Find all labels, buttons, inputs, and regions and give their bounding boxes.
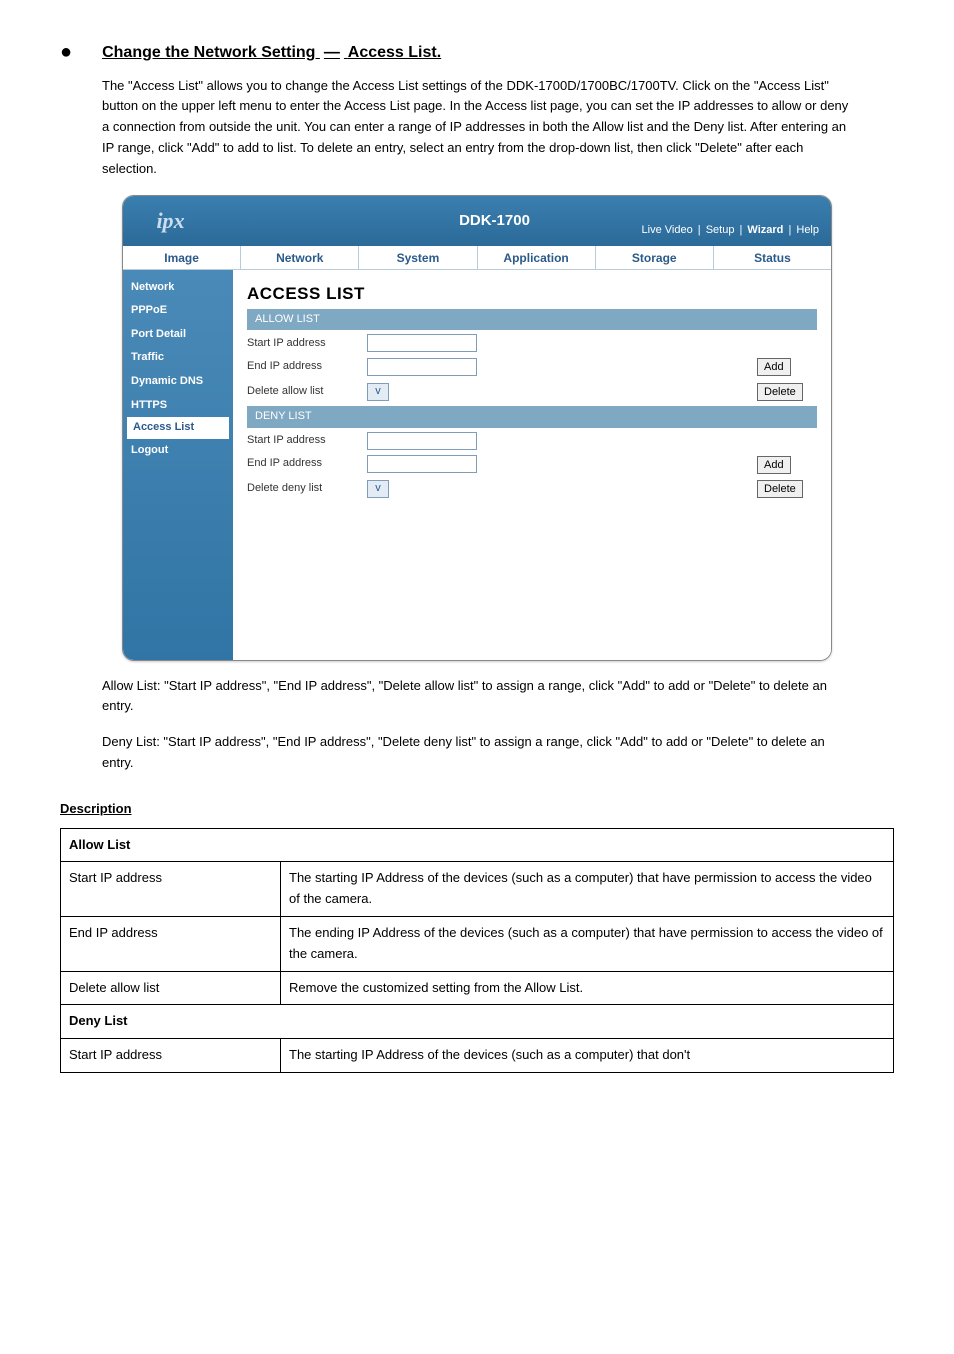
deny-delete-button[interactable]: Delete [757, 480, 803, 498]
tab-network[interactable]: Network [241, 246, 359, 269]
sidebar-item-logout[interactable]: Logout [123, 439, 233, 463]
link-live-video[interactable]: Live Video [640, 224, 695, 236]
tab-bar: Image Network System Application Storage… [123, 246, 831, 270]
allow-list-header: ALLOW LIST [247, 309, 817, 331]
logo-text: ip [156, 208, 173, 233]
section-title-left: Change the Network Setting [102, 44, 315, 61]
description-table: Allow List Start IP address The starting… [60, 828, 894, 1073]
section-paragraph: The "Access List" allows you to change t… [102, 76, 852, 180]
deny-start-input[interactable] [367, 432, 477, 450]
label-deny-start: Start IP address [247, 432, 367, 450]
cell-start-ip-label: Start IP address [61, 862, 281, 917]
sidebar: Network PPPoE Port Detail Traffic Dynami… [123, 270, 233, 660]
allow-end-input[interactable] [367, 358, 477, 376]
label-allow-end: End IP address [247, 358, 367, 376]
embedded-screenshot: ipx DDK-1700 Live Video | Setup | Wizard… [122, 195, 832, 661]
allow-delete-select[interactable]: v [367, 383, 389, 401]
link-help[interactable]: Help [794, 224, 821, 236]
sidebar-item-dynamic-dns[interactable]: Dynamic DNS [123, 370, 233, 394]
instruction-deny: Deny List: "Start IP address", "End IP a… [102, 732, 852, 774]
main-panel: ACCESS LIST ALLOW LIST Start IP address … [233, 270, 831, 660]
cell-start-ip-desc: The starting IP Address of the devices (… [281, 862, 894, 917]
deny-list-header: DENY LIST [247, 406, 817, 428]
sidebar-item-network[interactable]: Network [123, 276, 233, 300]
link-wizard[interactable]: Wizard [745, 224, 785, 236]
link-setup[interactable]: Setup [704, 224, 737, 236]
label-deny-delete: Delete deny list [247, 480, 367, 498]
table-row: Start IP address The starting IP Address… [61, 1039, 894, 1073]
cell-end-ip-desc: The ending IP Address of the devices (su… [281, 916, 894, 971]
tab-application[interactable]: Application [478, 246, 596, 269]
top-links: Live Video | Setup | Wizard | Help [640, 222, 821, 240]
allow-add-button[interactable]: Add [757, 358, 791, 376]
allow-start-input[interactable] [367, 334, 477, 352]
tab-image[interactable]: Image [123, 246, 241, 269]
bullet-icon: ● [60, 40, 72, 64]
table-row: End IP address The ending IP Address of … [61, 916, 894, 971]
label-deny-end: End IP address [247, 455, 367, 473]
tab-storage[interactable]: Storage [596, 246, 714, 269]
page-title: ACCESS LIST [247, 280, 817, 307]
deny-end-input[interactable] [367, 455, 477, 473]
table-row: Delete allow list Remove the customized … [61, 971, 894, 1005]
sidebar-item-pppoe[interactable]: PPPoE [123, 299, 233, 323]
cell-end-ip-label: End IP address [61, 916, 281, 971]
logo-suffix: x [174, 208, 185, 233]
cell-deny-start-desc: The starting IP Address of the devices (… [281, 1039, 894, 1073]
cell-delete-allow-desc: Remove the customized setting from the A… [281, 971, 894, 1005]
section-title-right: Access List. [348, 44, 441, 61]
description-title: Description [60, 799, 894, 820]
cell-deny-start-label: Start IP address [61, 1039, 281, 1073]
table-deny-header: Deny List [61, 1005, 894, 1039]
tab-status[interactable]: Status [714, 246, 831, 269]
table-row: Start IP address The starting IP Address… [61, 862, 894, 917]
label-allow-start: Start IP address [247, 335, 367, 353]
table-allow-header: Allow List [61, 828, 894, 862]
sidebar-item-https[interactable]: HTTPS [123, 394, 233, 418]
deny-add-button[interactable]: Add [757, 456, 791, 474]
chevron-down-icon: v [375, 383, 381, 401]
instruction-allow: Allow List: "Start IP address", "End IP … [102, 676, 852, 718]
chevron-down-icon: v [375, 480, 381, 498]
brand-logo: ipx [123, 203, 218, 238]
tab-system[interactable]: System [359, 246, 477, 269]
section-title-dash: — [324, 44, 340, 61]
deny-delete-select[interactable]: v [367, 480, 389, 498]
allow-delete-button[interactable]: Delete [757, 383, 803, 401]
sidebar-item-port-detail[interactable]: Port Detail [123, 323, 233, 347]
sidebar-item-traffic[interactable]: Traffic [123, 346, 233, 370]
cell-delete-allow-label: Delete allow list [61, 971, 281, 1005]
app-header: ipx DDK-1700 Live Video | Setup | Wizard… [123, 196, 831, 246]
section-title: Change the Network Setting — Access List… [102, 40, 441, 66]
sidebar-item-access-list[interactable]: Access List [127, 417, 229, 439]
label-allow-delete: Delete allow list [247, 383, 367, 401]
